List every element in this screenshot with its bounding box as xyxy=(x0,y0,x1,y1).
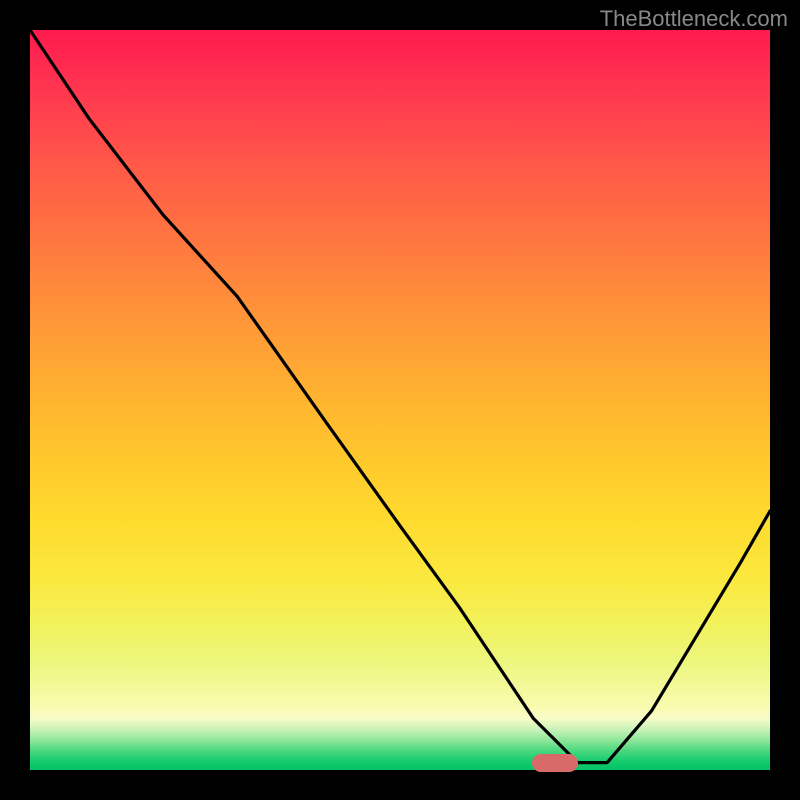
chart-plot-area xyxy=(30,30,770,770)
optimal-point-marker xyxy=(532,754,578,772)
bottleneck-curve xyxy=(30,30,770,770)
watermark-text: TheBottleneck.com xyxy=(600,6,788,32)
